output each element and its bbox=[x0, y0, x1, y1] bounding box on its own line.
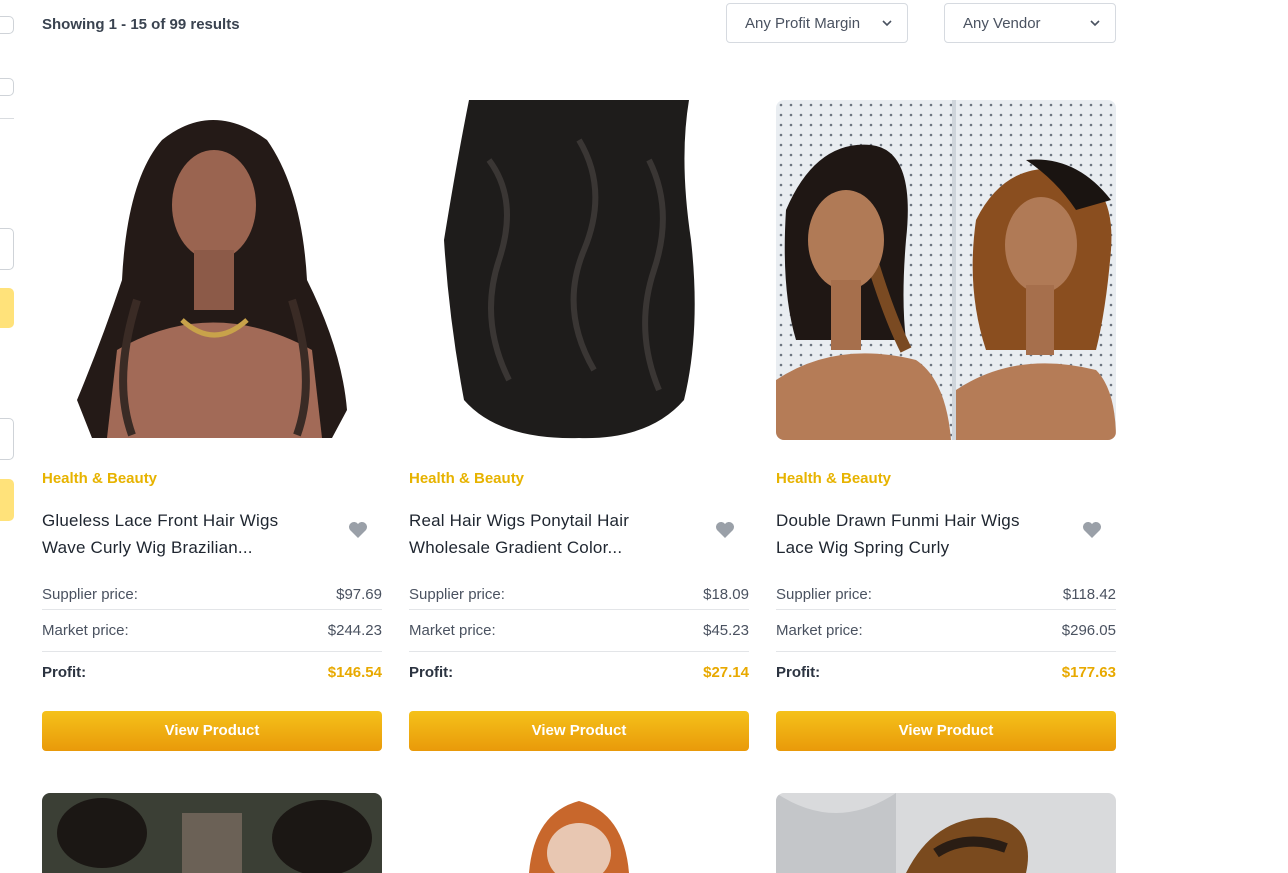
sidebar-button[interactable] bbox=[0, 288, 14, 328]
product-card: Health & Beauty Real Hair Wigs Ponytail … bbox=[409, 100, 749, 751]
product-image[interactable] bbox=[776, 100, 1116, 440]
sidebar-input[interactable] bbox=[0, 228, 14, 270]
product-category[interactable]: Health & Beauty bbox=[42, 470, 382, 487]
market-price-row: Market price: $296.05 bbox=[776, 610, 1116, 652]
product-title-line: Glueless Lace Front Hair Wigs bbox=[42, 511, 279, 530]
sidebar-checkbox[interactable] bbox=[0, 78, 14, 96]
product-image[interactable] bbox=[409, 793, 749, 873]
supplier-price-value: $18.09 bbox=[703, 585, 749, 603]
sidebar-divider bbox=[0, 118, 14, 119]
profit-margin-select[interactable]: Any Profit Margin bbox=[726, 3, 908, 43]
price-table: Supplier price: $118.42 Market price: $2… bbox=[776, 579, 1116, 693]
view-product-button[interactable]: View Product bbox=[42, 711, 382, 751]
market-price-value: $45.23 bbox=[703, 622, 749, 639]
market-price-value: $244.23 bbox=[327, 622, 382, 639]
market-price-value: $296.05 bbox=[1061, 622, 1116, 639]
profit-margin-value: Any Profit Margin bbox=[745, 14, 861, 32]
product-title-line: Double Drawn Funmi Hair Wigs bbox=[776, 511, 1020, 530]
vendor-select[interactable]: Any Vendor bbox=[944, 3, 1116, 43]
supplier-price-label: Supplier price: bbox=[409, 585, 505, 603]
market-price-row: Market price: $244.23 bbox=[42, 610, 382, 652]
product-image[interactable] bbox=[776, 793, 1116, 873]
view-product-button[interactable]: View Product bbox=[776, 711, 1116, 751]
profit-value: $146.54 bbox=[327, 664, 382, 681]
view-product-button[interactable]: View Product bbox=[409, 711, 749, 751]
supplier-price-value: $118.42 bbox=[1062, 585, 1116, 603]
profit-value: $177.63 bbox=[1061, 664, 1116, 681]
results-count: Showing 1 - 15 of 99 results bbox=[42, 16, 240, 33]
chevron-down-icon bbox=[1090, 20, 1100, 27]
sidebar-button[interactable] bbox=[0, 479, 14, 521]
market-price-label: Market price: bbox=[776, 622, 863, 639]
product-title[interactable]: Real Hair Wigs Ponytail Hair Wholesale G… bbox=[409, 507, 679, 561]
product-title-line: Lace Wig Spring Curly bbox=[776, 538, 950, 557]
chevron-down-icon bbox=[882, 20, 892, 27]
profit-row: Profit: $146.54 bbox=[42, 652, 382, 693]
product-category[interactable]: Health & Beauty bbox=[776, 470, 1116, 487]
product-title-line: Real Hair Wigs Ponytail Hair bbox=[409, 511, 630, 530]
sidebar-input[interactable] bbox=[0, 418, 14, 460]
market-price-label: Market price: bbox=[409, 622, 496, 639]
supplier-price-label: Supplier price: bbox=[42, 585, 138, 603]
sidebar-checkbox[interactable] bbox=[0, 16, 14, 34]
product-image[interactable] bbox=[42, 793, 382, 873]
product-card: Health & Beauty Glueless Lace Front Hair… bbox=[42, 100, 382, 751]
product-card: Health & Beauty Double Drawn Funmi Hair … bbox=[776, 100, 1116, 751]
market-price-row: Market price: $45.23 bbox=[409, 610, 749, 652]
profit-label: Profit: bbox=[776, 664, 821, 681]
product-title-line: Wave Curly Wig Brazilian... bbox=[42, 538, 253, 557]
profit-value: $27.14 bbox=[703, 664, 749, 681]
results-toolbar: Showing 1 - 15 of 99 results Any Profit … bbox=[42, 0, 1116, 48]
profit-label: Profit: bbox=[409, 664, 454, 681]
product-image[interactable] bbox=[409, 100, 749, 440]
market-price-label: Market price: bbox=[42, 622, 129, 639]
profit-row: Profit: $177.63 bbox=[776, 652, 1116, 693]
product-image[interactable] bbox=[42, 100, 382, 440]
supplier-price-label: Supplier price: bbox=[776, 585, 872, 603]
supplier-price-value: $97.69 bbox=[336, 585, 382, 603]
profit-label: Profit: bbox=[42, 664, 87, 681]
heart-icon[interactable] bbox=[1082, 521, 1102, 539]
heart-icon[interactable] bbox=[715, 521, 735, 539]
supplier-price-row: Supplier price: $18.09 bbox=[409, 579, 749, 610]
product-category[interactable]: Health & Beauty bbox=[409, 470, 749, 487]
heart-icon[interactable] bbox=[348, 521, 368, 539]
profit-row: Profit: $27.14 bbox=[409, 652, 749, 693]
product-title[interactable]: Glueless Lace Front Hair Wigs Wave Curly… bbox=[42, 507, 312, 561]
supplier-price-row: Supplier price: $118.42 bbox=[776, 579, 1116, 610]
product-title-line: Wholesale Gradient Color... bbox=[409, 538, 623, 557]
price-table: Supplier price: $97.69 Market price: $24… bbox=[42, 579, 382, 693]
vendor-value: Any Vendor bbox=[963, 14, 1041, 32]
product-title[interactable]: Double Drawn Funmi Hair Wigs Lace Wig Sp… bbox=[776, 507, 1046, 561]
supplier-price-row: Supplier price: $97.69 bbox=[42, 579, 382, 610]
price-table: Supplier price: $18.09 Market price: $45… bbox=[409, 579, 749, 693]
